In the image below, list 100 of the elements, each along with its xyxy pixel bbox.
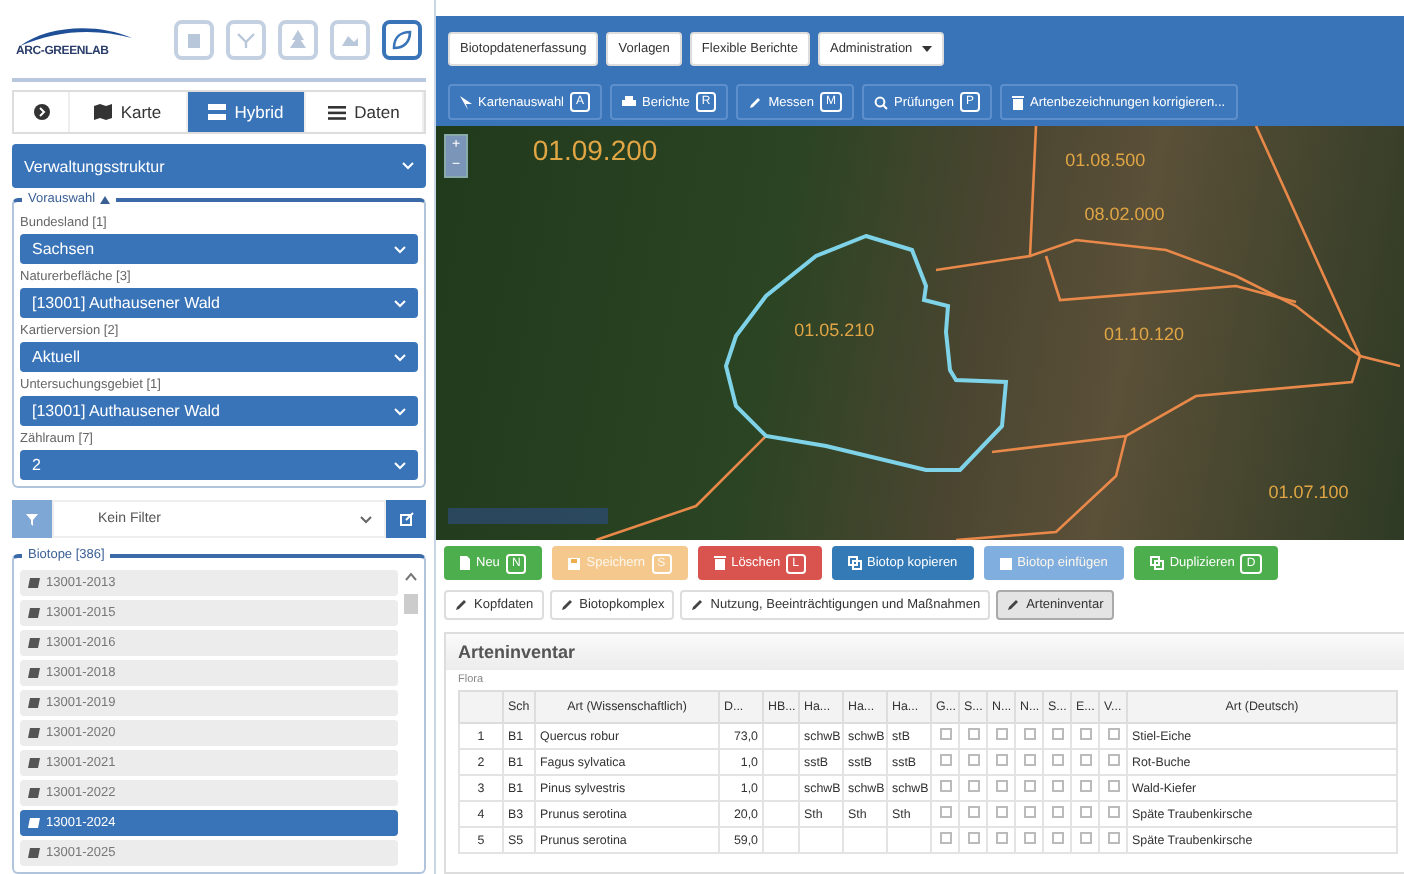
select-field[interactable]: [13001] Authausener Wald [20, 396, 418, 427]
pencil-icon [454, 598, 468, 612]
search-icon [873, 95, 888, 109]
table-cell [763, 775, 799, 801]
checkbox[interactable] [939, 754, 951, 766]
layers-icon [208, 104, 227, 121]
checkbox[interactable] [1107, 728, 1119, 740]
checkbox[interactable] [1107, 832, 1119, 844]
chevron-down-icon [402, 162, 414, 171]
cursor-icon [460, 95, 472, 109]
checkbox[interactable] [967, 832, 979, 844]
checkbox[interactable] [939, 832, 951, 844]
checkbox[interactable] [1079, 806, 1091, 818]
list-icon [328, 105, 347, 120]
printer-icon [622, 96, 637, 108]
polygon-icon [28, 758, 40, 768]
polygon-icon [28, 818, 40, 828]
checkbox[interactable] [995, 832, 1007, 844]
checkbox[interactable] [995, 754, 1007, 766]
chevron-down-icon [360, 515, 372, 524]
polygon-icon [28, 638, 40, 648]
select-field[interactable]: 2 [20, 450, 418, 481]
checkbox[interactable] [967, 806, 979, 818]
chevron-down-icon [394, 461, 406, 470]
checkbox[interactable] [1023, 728, 1035, 740]
pencil-icon [748, 95, 763, 109]
checkbox[interactable] [1051, 806, 1063, 818]
table-cell [799, 827, 843, 853]
module-button[interactable] [382, 19, 422, 59]
copy-icon [847, 556, 861, 570]
checkbox[interactable] [967, 728, 979, 740]
pencil-icon [559, 598, 574, 612]
polygon-icon [28, 608, 40, 618]
select-field[interactable]: Aktuell [20, 342, 418, 373]
checkbox[interactable] [967, 780, 979, 792]
checkbox[interactable] [939, 728, 951, 740]
trash-icon [713, 556, 726, 570]
funnel-icon [26, 513, 38, 526]
checkbox[interactable] [995, 780, 1007, 792]
table-cell [763, 801, 799, 827]
select-field[interactable]: Verwaltungsstruktur [12, 144, 426, 189]
polygon-icon [28, 578, 40, 588]
table-cell [763, 827, 799, 853]
select-field[interactable]: Sachsen [20, 234, 418, 265]
map-label: 01.09.200 [532, 134, 658, 167]
checkbox[interactable] [995, 806, 1007, 818]
checkbox[interactable] [1107, 806, 1119, 818]
map-label: 01.07.100 [1268, 482, 1349, 503]
checkbox[interactable] [1079, 754, 1091, 766]
table-cell [843, 827, 887, 853]
map-label: 01.08.500 [1065, 150, 1146, 171]
file-icon [460, 556, 470, 570]
tree-icon [286, 27, 310, 51]
checkbox[interactable] [1023, 832, 1035, 844]
checkbox[interactable] [1051, 780, 1063, 792]
chevron-down-icon [394, 353, 406, 362]
checkbox[interactable] [1051, 728, 1063, 740]
checkbox[interactable] [995, 728, 1007, 740]
checkbox[interactable] [1107, 754, 1119, 766]
copy-icon [1149, 556, 1164, 570]
panel-title: Arteninventar [446, 634, 1404, 670]
polygon-icon [28, 698, 40, 708]
checkbox[interactable] [1079, 780, 1091, 792]
map-label: 01.10.120 [1103, 324, 1184, 345]
chevron-down-icon [394, 299, 406, 308]
checkbox[interactable] [967, 754, 979, 766]
table-cell [763, 749, 799, 775]
checkbox[interactable] [939, 806, 951, 818]
checkbox[interactable] [1079, 832, 1091, 844]
column-header[interactable] [459, 691, 503, 723]
checkbox[interactable] [939, 780, 951, 792]
checkbox[interactable] [1079, 728, 1091, 740]
view-tab[interactable]: Hybrid [188, 92, 306, 133]
checkbox[interactable] [1023, 754, 1035, 766]
polygon-icon [28, 728, 40, 738]
caret-up-icon [99, 195, 110, 204]
edit-icon [399, 512, 413, 527]
pencil-icon [1006, 598, 1021, 612]
checkbox[interactable] [1107, 780, 1119, 792]
circle-icon [33, 104, 49, 121]
map-icon [94, 104, 113, 121]
checkbox[interactable] [1023, 780, 1035, 792]
trash-icon [1012, 95, 1024, 109]
edit-button[interactable] [386, 500, 426, 538]
leaf-icon [390, 27, 414, 51]
checkbox[interactable] [1023, 806, 1035, 818]
checkbox[interactable] [1051, 832, 1063, 844]
polygon-icon [28, 788, 40, 798]
polygon-icon [28, 848, 40, 858]
map-label: 08.02.000 [1084, 204, 1165, 225]
polygon-icon [28, 668, 40, 678]
pencil-icon [690, 598, 705, 612]
floppy-icon [568, 557, 581, 569]
chevron-down-icon [394, 407, 406, 416]
table-cell [763, 723, 799, 749]
filter-button[interactable] [12, 500, 52, 538]
select-field[interactable]: [13001] Authausener Wald [20, 288, 418, 319]
map-label: 01.05.210 [794, 320, 875, 341]
chevron-down-icon [394, 245, 406, 254]
checkbox[interactable] [1051, 754, 1063, 766]
